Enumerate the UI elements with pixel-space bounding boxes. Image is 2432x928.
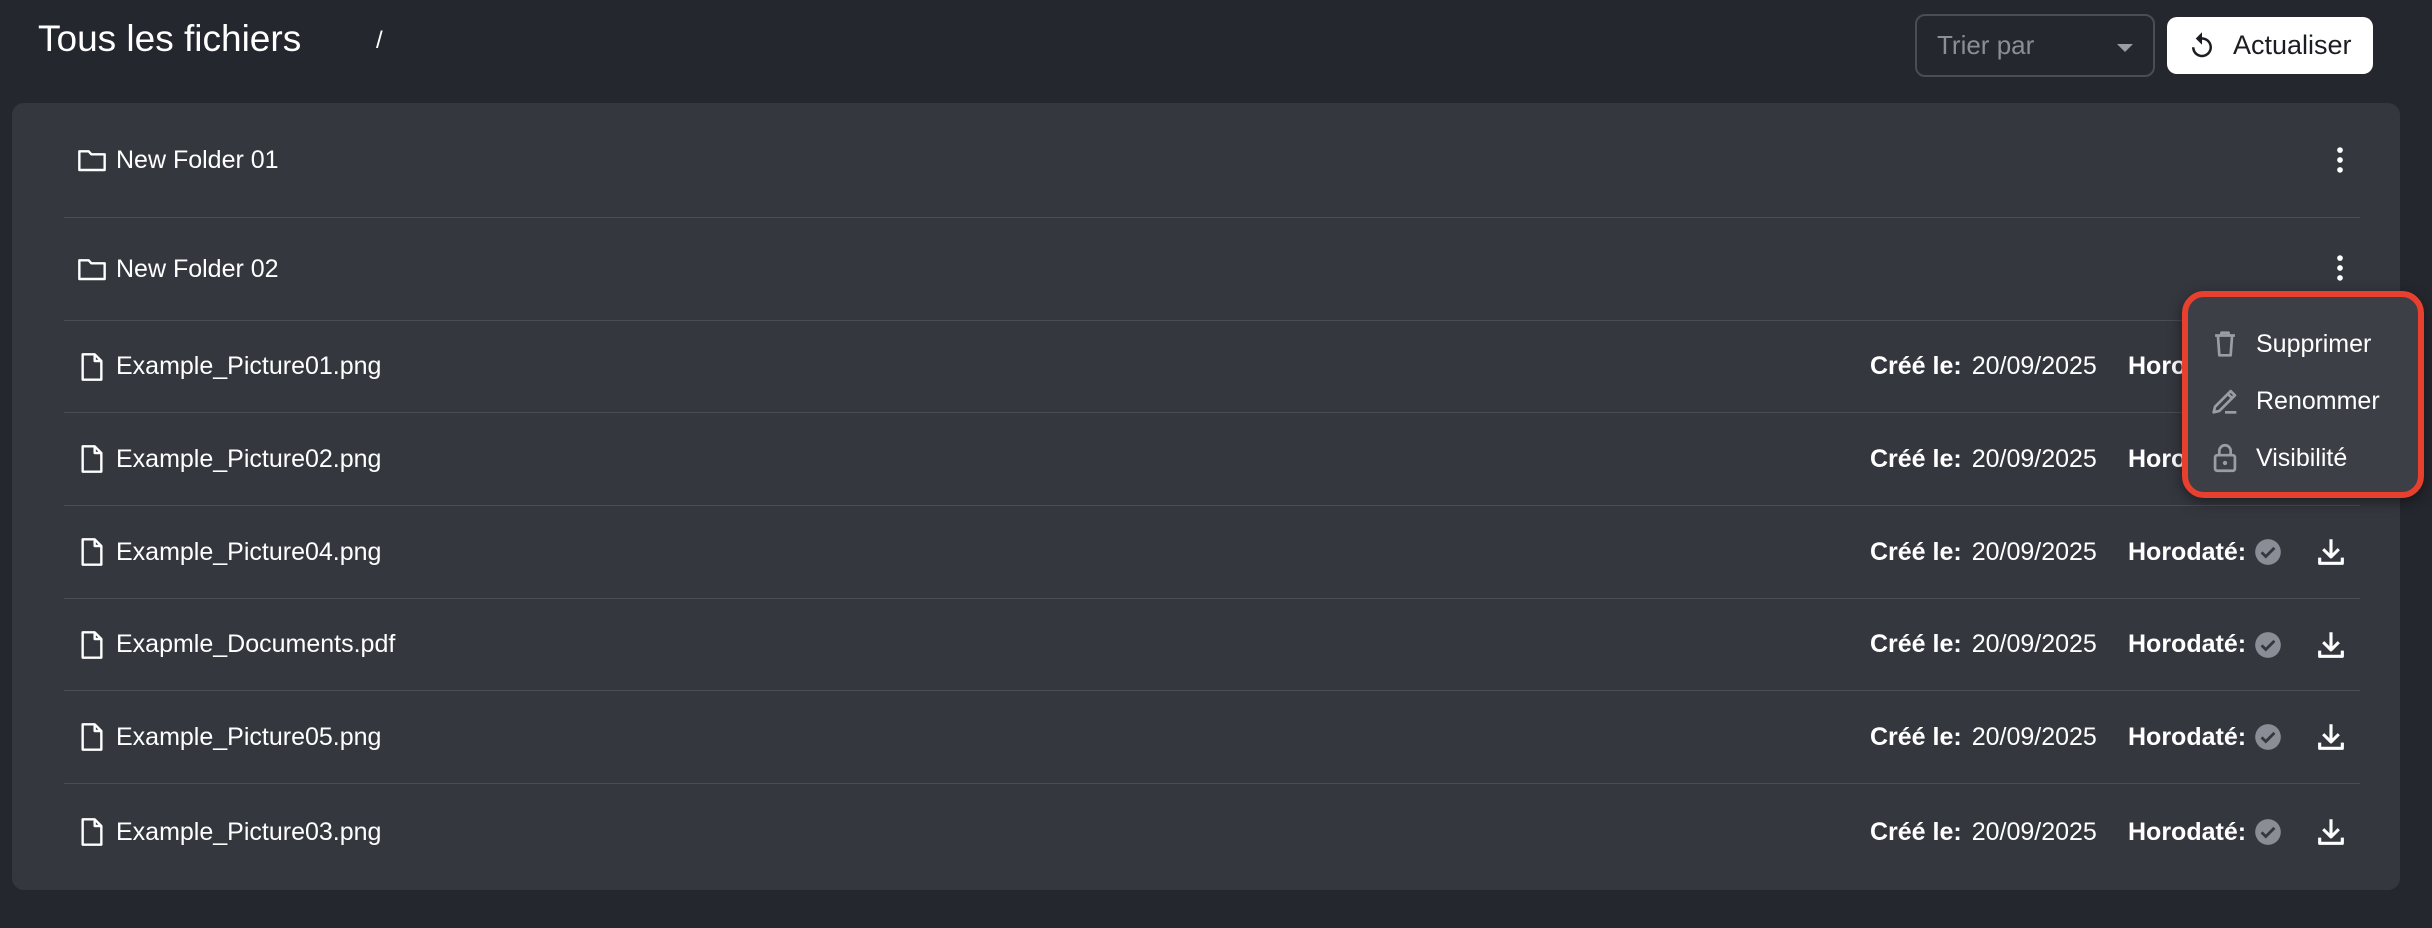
created-label: Créé le: <box>1870 817 1962 846</box>
breadcrumb[interactable]: / <box>376 26 383 56</box>
folder-icon <box>76 144 108 176</box>
download-button[interactable] <box>2314 535 2348 569</box>
created-date: Créé le: 20/09/2025 <box>1870 445 2097 474</box>
file-icon <box>76 443 108 475</box>
refresh-button[interactable]: Actualiser <box>2167 17 2373 74</box>
folder-name: New Folder 01 <box>116 145 279 174</box>
file-name: Example_Picture03.png <box>116 817 382 846</box>
refresh-button-label: Actualiser <box>2233 30 2352 60</box>
created-value: 20/09/2025 <box>1971 537 2097 566</box>
created-label: Créé le: <box>1870 537 1962 566</box>
chevron-down-icon <box>2117 44 2133 52</box>
top-bar: Tous les fichiers / Trier par Actualiser <box>0 0 2432 100</box>
created-label: Créé le: <box>1870 444 1962 473</box>
file-row[interactable]: Example_Picture05.png Créé le: 20/09/202… <box>64 691 2360 784</box>
folder-name: New Folder 02 <box>116 254 279 283</box>
file-icon <box>76 721 108 753</box>
menu-item-delete[interactable]: Supprimer <box>2208 319 2418 369</box>
file-name: Exapmle_Documents.pdf <box>116 630 396 658</box>
timestamp-status: Horodaté: <box>2128 630 2256 659</box>
file-icon <box>76 816 108 848</box>
file-icon <box>76 629 108 661</box>
timestamp-status: Horodaté: <box>2128 538 2256 567</box>
folder-row[interactable]: New Folder 02 <box>64 218 2360 321</box>
download-button[interactable] <box>2314 628 2348 662</box>
created-date: Créé le: 20/09/2025 <box>1870 630 2097 659</box>
created-date: Créé le: 20/09/2025 <box>1870 352 2097 381</box>
created-value: 20/09/2025 <box>1971 352 2097 380</box>
file-row[interactable]: Example_Picture02.png Créé le: 20/09/202… <box>64 413 2360 506</box>
file-name: Example_Picture05.png <box>116 722 382 751</box>
menu-item-label: Visibilité <box>2256 443 2348 472</box>
more-options-button[interactable] <box>2320 248 2360 288</box>
context-menu: Supprimer Renommer Visibilité <box>2182 291 2424 498</box>
check-circle-icon <box>2254 723 2282 751</box>
check-circle-icon <box>2254 818 2282 846</box>
timestamp-label: Horodaté: <box>2128 722 2247 751</box>
file-row[interactable]: Example_Picture01.png Créé le: 20/09/202… <box>64 321 2360 413</box>
file-name: Example_Picture04.png <box>116 537 382 566</box>
menu-item-label: Renommer <box>2256 386 2380 415</box>
created-date: Créé le: 20/09/2025 <box>1870 538 2097 567</box>
created-value: 20/09/2025 <box>1971 444 2097 473</box>
created-date: Créé le: 20/09/2025 <box>1870 818 2097 847</box>
refresh-icon <box>2187 31 2217 61</box>
folder-icon <box>76 253 108 285</box>
timestamp-status: Horodaté: <box>2128 723 2256 752</box>
edit-icon <box>2208 384 2242 418</box>
created-value: 20/09/2025 <box>1971 817 2097 846</box>
timestamp-label: Horodaté: <box>2128 537 2247 566</box>
download-button[interactable] <box>2314 720 2348 754</box>
created-label: Créé le: <box>1870 352 1962 380</box>
menu-item-rename[interactable]: Renommer <box>2208 376 2418 426</box>
created-label: Créé le: <box>1870 722 1962 751</box>
timestamp-status: Horodaté: <box>2128 818 2256 847</box>
more-options-button[interactable] <box>2320 140 2360 180</box>
file-row[interactable]: Example_Picture04.png Créé le: 20/09/202… <box>64 506 2360 599</box>
created-value: 20/09/2025 <box>1971 630 2097 658</box>
trash-icon <box>2208 327 2242 361</box>
sort-select[interactable]: Trier par <box>1915 14 2155 77</box>
created-label: Créé le: <box>1870 630 1962 658</box>
menu-item-label: Supprimer <box>2256 329 2372 358</box>
file-row[interactable]: Exapmle_Documents.pdf Créé le: 20/09/202… <box>64 599 2360 691</box>
page-title: Tous les fichiers <box>38 18 302 59</box>
download-button[interactable] <box>2314 815 2348 849</box>
file-list-panel: New Folder 01 New Folder 02 Example_Pict… <box>12 103 2400 890</box>
file-name: Example_Picture02.png <box>116 444 382 473</box>
file-icon <box>76 536 108 568</box>
folder-row[interactable]: New Folder 01 <box>64 103 2360 218</box>
created-date: Créé le: 20/09/2025 <box>1870 723 2097 752</box>
file-name: Example_Picture01.png <box>116 352 382 380</box>
check-circle-icon <box>2254 538 2282 566</box>
file-icon <box>76 351 108 383</box>
timestamp-label: Horodaté: <box>2128 630 2247 658</box>
timestamp-label: Horodaté: <box>2128 817 2247 846</box>
check-circle-icon <box>2254 631 2282 659</box>
sort-select-placeholder: Trier par <box>1937 30 2035 60</box>
lock-icon <box>2208 441 2242 475</box>
menu-item-visibility[interactable]: Visibilité <box>2208 433 2418 483</box>
created-value: 20/09/2025 <box>1971 722 2097 751</box>
file-row[interactable]: Example_Picture03.png Créé le: 20/09/202… <box>64 784 2360 880</box>
